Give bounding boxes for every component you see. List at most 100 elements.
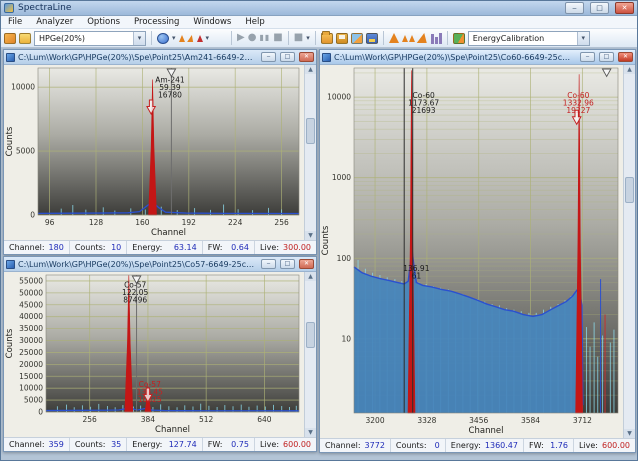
co57-maximize-button[interactable]: □ (280, 259, 295, 269)
co57-vertical-scrollbar[interactable]: ▲ ▼ (304, 272, 316, 437)
chevron-down-icon[interactable]: ▾ (577, 32, 589, 45)
menu-analyzer[interactable]: Analyzer (29, 17, 80, 27)
svg-text:15000: 15000 (19, 372, 43, 381)
am241-maximize-button[interactable]: □ (280, 52, 295, 62)
scroll-up-icon[interactable]: ▲ (305, 65, 316, 74)
co60-maximize-button[interactable]: □ (599, 52, 614, 62)
counts-label: Counts: (75, 440, 106, 449)
save-as-icon[interactable] (366, 33, 378, 44)
nuclide-library-icon[interactable] (453, 33, 465, 44)
pause-button[interactable]: ▮▮ (259, 34, 270, 42)
channel-value: 180 (49, 243, 64, 252)
menubar: File Analyzer Options Processing Windows… (1, 16, 637, 29)
menu-file[interactable]: File (1, 17, 29, 27)
co60-spectrum-plot[interactable]: 1010010001000032003328345635843712Co-601… (320, 65, 623, 438)
svg-text:61: 61 (412, 271, 422, 280)
display-mode-button[interactable]: ■ (294, 33, 303, 43)
report-icon[interactable] (351, 33, 363, 44)
am241-titlebar[interactable]: C:\Lum\Work\GP\HPGe(20%)\Spe\Point25\Am2… (4, 50, 316, 65)
scrollbar-thumb[interactable] (625, 177, 634, 203)
close-button[interactable]: ✕ (615, 2, 634, 14)
maximize-button[interactable]: □ (590, 2, 609, 14)
detector-select[interactable]: HPGe(20%) ▾ (34, 31, 146, 46)
energy-label: Energy: (451, 441, 481, 450)
minimize-button[interactable]: ‒ (565, 2, 584, 14)
co60-vertical-scrollbar[interactable]: ▲ ▼ (623, 65, 635, 438)
channel-value: 359 (49, 440, 64, 449)
co57-minimize-button[interactable]: ‒ (261, 259, 276, 269)
svg-text:256: 256 (83, 415, 98, 424)
am241-vertical-scrollbar[interactable]: ▲ ▼ (304, 65, 316, 240)
svg-text:3328: 3328 (417, 416, 436, 425)
menu-help[interactable]: Help (238, 17, 271, 27)
peak-search-icon[interactable] (179, 35, 185, 42)
svg-text:25000: 25000 (19, 348, 43, 357)
menu-processing[interactable]: Processing (127, 17, 186, 27)
save-file-icon[interactable] (336, 33, 348, 44)
toolbar: HPGe(20%) ▾ ▾ ▾ ▶ ● ▮▮ ■ ■ ▾ EnergyCalib… (1, 29, 637, 48)
new-spectrum-icon[interactable] (4, 33, 16, 44)
calibration-select[interactable]: EnergyCalibration ▾ (468, 31, 590, 46)
co60-minimize-button[interactable]: ‒ (580, 52, 595, 62)
record-button[interactable]: ● (248, 33, 257, 43)
energy-label: Energy: (132, 243, 162, 252)
svg-text:Channel: Channel (155, 425, 190, 435)
peak-mark-icon[interactable] (187, 35, 195, 42)
co60-titlebar[interactable]: C:\Lum\Work\GP\HPGe(20%)\Spe\Point25\Co6… (320, 50, 635, 65)
fw-value: 1.76 (550, 441, 568, 450)
scrollbar-thumb[interactable] (306, 118, 315, 144)
scroll-down-icon[interactable]: ▼ (305, 231, 316, 240)
energy-value: 1360.47 (485, 441, 518, 450)
channel-label: Channel: (9, 440, 45, 449)
svg-text:0: 0 (38, 408, 43, 417)
svg-text:640: 640 (257, 415, 272, 424)
svg-text:192: 192 (182, 218, 197, 227)
svg-text:45000: 45000 (19, 300, 43, 309)
fw-label: FW: (208, 440, 223, 449)
peak-fit-icon[interactable] (197, 35, 203, 42)
co57-close-button[interactable]: ✕ (299, 259, 314, 269)
am241-minimize-button[interactable]: ‒ (261, 52, 276, 62)
stop-button[interactable]: ■ (273, 33, 282, 43)
chevron-down-icon[interactable]: ▾ (206, 35, 210, 42)
start-acquisition-button[interactable]: ▶ (237, 33, 245, 43)
counts-label: Counts: (396, 441, 427, 450)
co60-close-button[interactable]: ✕ (618, 52, 633, 62)
detector-setup-icon[interactable] (157, 33, 169, 44)
fw-value: 0.64 (231, 243, 249, 252)
spectrum-file-icon (322, 53, 331, 62)
am241-statusbar: Channel:180 Counts:10 Energy:63.14 FW:0.… (4, 240, 316, 254)
energy-label: Energy: (132, 440, 162, 449)
am241-close-button[interactable]: ✕ (299, 52, 314, 62)
chevron-down-icon[interactable]: ▾ (133, 32, 145, 45)
window-co57: C:\Lum\Work\GP\HPGe(20%)\Spe\Point25\Co5… (3, 256, 317, 452)
scroll-up-icon[interactable]: ▲ (624, 65, 635, 74)
multi-peak-icon[interactable] (402, 35, 415, 42)
svg-text:16780: 16780 (158, 91, 182, 100)
svg-text:224: 224 (228, 218, 243, 227)
scroll-up-icon[interactable]: ▲ (305, 272, 316, 281)
menu-options[interactable]: Options (80, 17, 127, 27)
scroll-down-icon[interactable]: ▼ (624, 429, 635, 438)
menu-windows[interactable]: Windows (186, 17, 238, 27)
spectrum-list-icon[interactable] (19, 33, 31, 44)
svg-text:40000: 40000 (19, 312, 43, 321)
chevron-down-icon[interactable]: ▾ (306, 35, 310, 42)
single-peak-icon[interactable] (389, 33, 399, 43)
co57-titlebar[interactable]: C:\Lum\Work\GP\HPGe(20%)\Spe\Point25\Co5… (4, 257, 316, 272)
spectrum-file-icon (6, 260, 15, 269)
live-label: Live: (260, 440, 279, 449)
open-file-icon[interactable] (321, 33, 333, 44)
chevron-down-icon[interactable]: ▾ (172, 35, 176, 42)
svg-text:10000: 10000 (11, 83, 35, 92)
main-titlebar[interactable]: SpectraLine ‒ □ ✕ (1, 1, 637, 16)
peak-area-icon[interactable] (416, 33, 428, 43)
co57-title: C:\Lum\Work\GP\HPGe(20%)\Spe\Point25\Co5… (18, 260, 257, 269)
peak-table-icon[interactable] (431, 33, 442, 44)
svg-text:10000: 10000 (327, 93, 351, 102)
scroll-down-icon[interactable]: ▼ (305, 428, 316, 437)
am241-spectrum-plot[interactable]: 050001000096128160192224256Am-24159.3916… (4, 65, 304, 240)
scrollbar-thumb[interactable] (306, 322, 315, 348)
live-value: 600.00 (602, 441, 630, 450)
co57-spectrum-plot[interactable]: 0500010000150002000025000300003500040000… (4, 272, 304, 437)
